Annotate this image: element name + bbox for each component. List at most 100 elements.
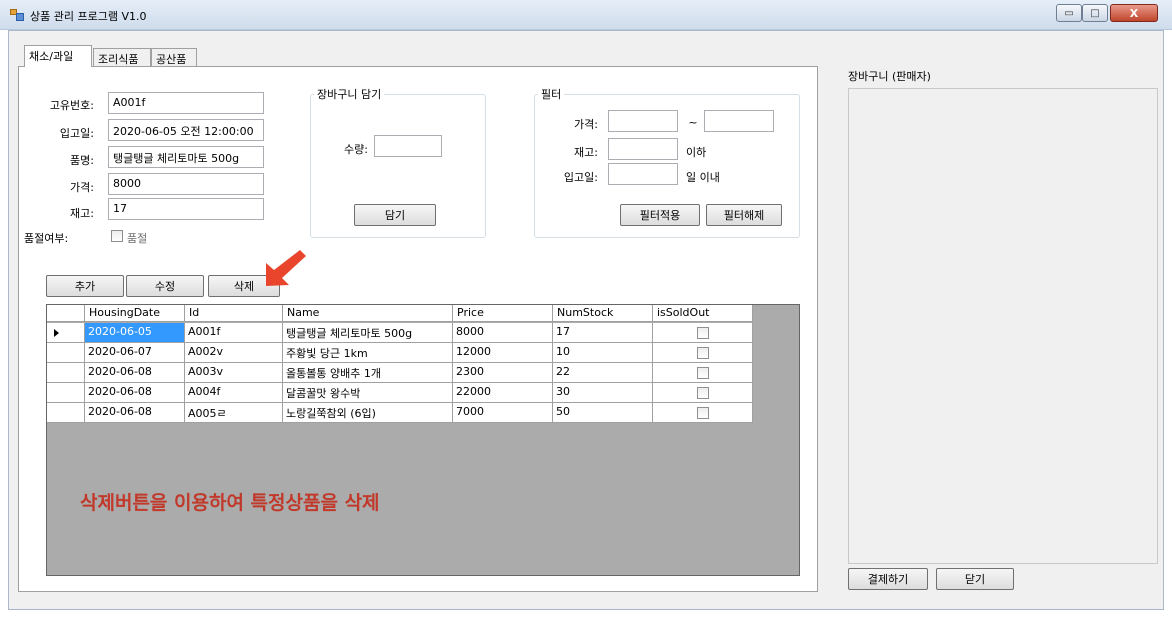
row-header-selected[interactable] — [47, 323, 85, 342]
soldout-cell-checkbox[interactable] — [696, 346, 709, 359]
filter-price-from-field[interactable] — [608, 110, 678, 132]
row-header[interactable] — [47, 383, 85, 402]
arrow-pointer-icon — [266, 250, 306, 286]
cell-stock[interactable]: 10 — [553, 343, 653, 362]
add-button[interactable]: 추가 — [46, 275, 124, 297]
filter-group-title: 필터 — [538, 86, 565, 102]
row-header[interactable] — [47, 363, 85, 382]
cell-soldout[interactable] — [653, 323, 753, 342]
filter-stock-field[interactable] — [608, 138, 678, 160]
row-header[interactable] — [47, 403, 85, 422]
cell-soldout[interactable] — [653, 403, 753, 422]
soldout-label: 품절여부: — [24, 232, 69, 245]
cell-name[interactable]: 노랑길쭉참외 (6입) — [283, 403, 453, 422]
filter-price-to-field[interactable] — [704, 110, 774, 132]
cell-date[interactable]: 2020-06-05 — [85, 323, 185, 342]
table-row[interactable]: 2020-06-08 A003v 올통볼통 양배추 1개 2300 22 — [47, 363, 753, 383]
cell-date[interactable]: 2020-06-08 — [85, 383, 185, 402]
qty-label: 수량: — [344, 143, 368, 156]
cell-price[interactable]: 22000 — [453, 383, 553, 402]
close-button[interactable]: X — [1110, 4, 1158, 22]
stock-field[interactable]: 17 — [108, 198, 264, 220]
row-header[interactable] — [47, 343, 85, 362]
cell-id[interactable]: A001f — [185, 323, 283, 342]
cell-stock[interactable]: 50 — [553, 403, 653, 422]
cell-id[interactable]: A004f — [185, 383, 283, 402]
col-housing-date[interactable]: HousingDate — [85, 305, 185, 322]
col-price[interactable]: Price — [453, 305, 553, 322]
cell-soldout[interactable] — [653, 343, 753, 362]
price-label: 가격: — [70, 181, 94, 194]
col-name[interactable]: Name — [283, 305, 453, 322]
soldout-cell-checkbox[interactable] — [696, 366, 709, 379]
cell-id[interactable]: A003v — [185, 363, 283, 382]
filter-apply-button[interactable]: 필터적용 — [620, 204, 700, 226]
table-row[interactable]: 2020-06-08 A004f 달콤꿀맛 왕수박 22000 30 — [47, 383, 753, 403]
cell-stock[interactable]: 22 — [553, 363, 653, 382]
annotation-caption: 삭제버튼을 이용하여 특정상품을 삭제 — [80, 492, 380, 514]
cell-date[interactable]: 2020-06-08 — [85, 363, 185, 382]
stock-label: 재고: — [70, 207, 94, 220]
table-row[interactable]: 2020-06-05 A001f 탱글탱글 체리토마토 500g 8000 17 — [47, 323, 753, 343]
col-is-sold-out[interactable]: isSoldOut — [653, 305, 753, 322]
filter-date-field[interactable] — [608, 163, 678, 185]
cell-price[interactable]: 2300 — [453, 363, 553, 382]
soldout-cell-checkbox[interactable] — [696, 326, 709, 339]
cell-price[interactable]: 12000 — [453, 343, 553, 362]
col-id[interactable]: Id — [185, 305, 283, 322]
cell-stock[interactable]: 30 — [553, 383, 653, 402]
close-cart-button[interactable]: 닫기 — [936, 568, 1014, 590]
table-row[interactable]: 2020-06-07 A002v 주황빛 당근 1km 12000 10 — [47, 343, 753, 363]
current-row-icon — [54, 329, 59, 337]
tab-cooked-food[interactable]: 조리식품 — [93, 48, 151, 66]
date-label: 입고일: — [59, 127, 94, 140]
cell-id[interactable]: A005ㄹ — [185, 403, 283, 422]
soldout-cell-checkbox[interactable] — [696, 386, 709, 399]
window-title: 상품 관리 프로그램 V1.0 — [30, 10, 147, 23]
minimize-button[interactable]: ▭ — [1056, 4, 1082, 22]
col-num-stock[interactable]: NumStock — [553, 305, 653, 322]
id-label: 고유번호: — [49, 99, 94, 112]
cell-id[interactable]: A002v — [185, 343, 283, 362]
cell-soldout[interactable] — [653, 383, 753, 402]
maximize-button[interactable]: □ — [1082, 4, 1108, 22]
cell-soldout[interactable] — [653, 363, 753, 382]
soldout-cell-checkbox[interactable] — [696, 406, 709, 419]
add-to-cart-button[interactable]: 담기 — [354, 204, 436, 226]
cell-name[interactable]: 주황빛 당근 1km — [283, 343, 453, 362]
cart-panel-title: 장바구니 (판매자) — [848, 70, 931, 83]
cell-price[interactable]: 7000 — [453, 403, 553, 422]
id-field[interactable]: A001f — [108, 92, 264, 114]
cell-date[interactable]: 2020-06-07 — [85, 343, 185, 362]
close-icon: X — [1129, 6, 1139, 20]
filter-date-suffix: 일 이내 — [686, 171, 720, 184]
cell-date[interactable]: 2020-06-08 — [85, 403, 185, 422]
date-field[interactable]: 2020-06-05 오전 12:00:00 — [108, 119, 264, 141]
edit-button[interactable]: 수정 — [126, 275, 204, 297]
table-row[interactable]: 2020-06-08 A005ㄹ 노랑길쭉참외 (6입) 7000 50 — [47, 403, 753, 423]
grid-corner — [47, 305, 85, 322]
pay-button[interactable]: 결제하기 — [848, 568, 928, 590]
name-label: 품명: — [70, 154, 94, 167]
cell-name[interactable]: 탱글탱글 체리토마토 500g — [283, 323, 453, 342]
maximize-icon: □ — [1090, 7, 1100, 19]
tab-industrial-goods[interactable]: 공산품 — [151, 48, 197, 66]
qty-field[interactable] — [374, 135, 442, 157]
cell-name[interactable]: 달콤꿀맛 왕수박 — [283, 383, 453, 402]
app-icon — [10, 9, 24, 21]
minimize-icon: ▭ — [1064, 7, 1074, 19]
filter-stock-label: 재고: — [574, 146, 598, 159]
product-grid[interactable]: HousingDate Id Name Price NumStock isSol… — [46, 304, 800, 576]
cell-price[interactable]: 8000 — [453, 323, 553, 342]
cell-name[interactable]: 올통볼통 양배추 1개 — [283, 363, 453, 382]
soldout-checkbox[interactable] — [111, 230, 123, 242]
cart-list[interactable] — [848, 88, 1158, 564]
filter-price-tilde: ~ — [688, 116, 698, 129]
title-bar[interactable] — [0, 0, 1172, 30]
cell-stock[interactable]: 17 — [553, 323, 653, 342]
price-field[interactable]: 8000 — [108, 173, 264, 195]
filter-clear-button[interactable]: 필터해제 — [706, 204, 782, 226]
name-field[interactable]: 탱글탱글 체리토마토 500g — [108, 146, 264, 168]
filter-price-label: 가격: — [574, 118, 598, 131]
tab-vegetables-fruits[interactable]: 채소/과일 — [24, 45, 92, 67]
